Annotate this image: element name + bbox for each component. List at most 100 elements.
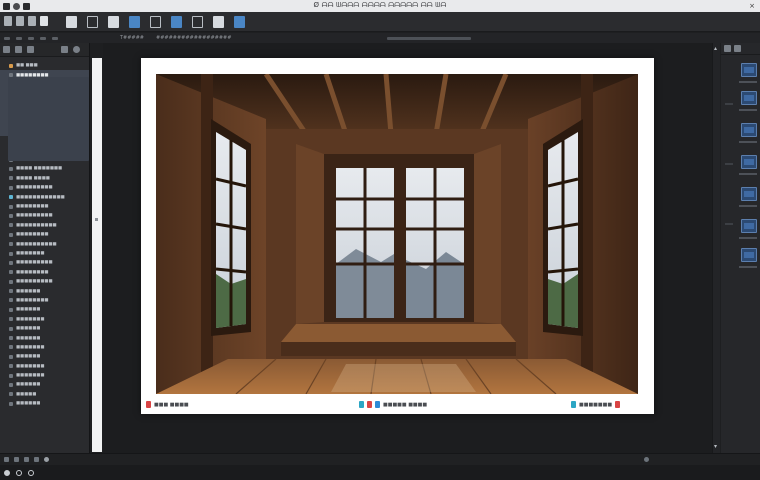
- layer-thumbnail[interactable]: [741, 123, 757, 137]
- pages-list-item-label: ■■■■■■: [16, 288, 41, 294]
- page-icon[interactable]: [4, 457, 9, 462]
- page-icon: [9, 354, 13, 359]
- settings-icon[interactable]: [4, 469, 10, 476]
- align-left-icon[interactable]: [4, 36, 10, 40]
- pages-list-item[interactable]: ■■■■■■■: [0, 249, 89, 258]
- layer-label: [739, 109, 757, 111]
- scroll-up-icon[interactable]: ▴: [714, 45, 717, 52]
- page-icon: [9, 251, 13, 256]
- window-titlebar: Ø ᗩᗩ ᗯᗩᗩᗩ ᗩᗩᗩᗩ ᗩᗩᗩᗩᗩ ᗩᗩ ᗯᗩ ×: [0, 0, 760, 12]
- page-icon[interactable]: [14, 457, 19, 462]
- pages-list-item[interactable]: ■■■■■■■■■■: [0, 221, 89, 230]
- document-icon[interactable]: [213, 15, 224, 28]
- layer-thumbnail[interactable]: [741, 187, 757, 201]
- placed-image-window-interior[interactable]: [156, 74, 638, 394]
- pen-tool-icon[interactable]: [16, 16, 24, 26]
- frame-icon[interactable]: [108, 15, 119, 28]
- links-icon[interactable]: [27, 46, 34, 53]
- page-icon[interactable]: [24, 457, 29, 462]
- scroll-down-icon[interactable]: ▾: [714, 443, 717, 450]
- pages-list-item[interactable]: ■■■■■■■■■: [0, 183, 89, 192]
- select-tool-icon[interactable]: [4, 16, 12, 26]
- layer-visibility-icon[interactable]: [725, 103, 733, 105]
- red-marker-icon: [367, 401, 372, 408]
- pages-list-item-label: ■■■■ ■■■■: [16, 175, 50, 181]
- collapse-icon[interactable]: [724, 45, 731, 52]
- panel-menu-icon[interactable]: [734, 45, 741, 52]
- pages-list-item[interactable]: ■■■■■■■■■■: [0, 239, 89, 248]
- image-placeholder-icon[interactable]: [171, 15, 182, 28]
- pages-list-item[interactable]: ■■■■■■: [0, 399, 89, 408]
- cloud-icon[interactable]: [16, 469, 22, 476]
- pages-list-item[interactable]: ■■■■■■: [0, 286, 89, 295]
- page-icon: [9, 242, 13, 247]
- layer-thumbnail[interactable]: [741, 155, 757, 169]
- page-icon: [9, 326, 13, 331]
- layer-visibility-icon[interactable]: [725, 223, 733, 225]
- pages-list-item[interactable]: ■■■■ ■■■■■■■: [0, 164, 89, 173]
- layer-thumbnail[interactable]: [741, 248, 757, 262]
- pages-list-item[interactable]: ■■■■■■: [0, 305, 89, 314]
- page-icon[interactable]: [34, 457, 39, 462]
- document-canvas[interactable]: ■■■ ■■■■ ■■■■■ ■■■■ ■■■■■■■: [103, 43, 720, 453]
- pages-list-item[interactable]: ■■■■■■■: [0, 315, 89, 324]
- text-icon[interactable]: [129, 15, 140, 28]
- pages-list-item[interactable]: ■■■■■■■: [0, 362, 89, 371]
- layers-panel: [721, 43, 760, 453]
- align-right-icon[interactable]: [28, 36, 34, 40]
- layer-thumbnail[interactable]: [741, 219, 757, 233]
- layer-thumbnail[interactable]: [741, 63, 757, 77]
- pages-list-item[interactable]: ■■■■■■■: [0, 371, 89, 380]
- pages-list-item-label: ■■■■■■■■■: [16, 279, 53, 285]
- panel-menu-icon[interactable]: [73, 46, 80, 53]
- pages-icon[interactable]: [3, 46, 10, 53]
- pages-list-item[interactable]: ■■■■■■: [0, 352, 89, 361]
- layer-visibility-icon[interactable]: [725, 163, 733, 165]
- pages-list-item[interactable]: ■■ ■■■: [0, 61, 89, 70]
- pages-list-item[interactable]: ■■■■■■■■: [0, 268, 89, 277]
- info-icon[interactable]: [28, 469, 34, 476]
- zoom-slider[interactable]: [387, 36, 472, 40]
- pages-list-item[interactable]: ■■■■■■: [0, 380, 89, 389]
- zoom-tool-icon[interactable]: [28, 16, 36, 26]
- hand-tool-icon[interactable]: [40, 16, 48, 26]
- pages-list-item[interactable]: ■■■■■■■■: [0, 296, 89, 305]
- close-icon[interactable]: ×: [748, 2, 756, 10]
- pages-panel-scrollbar[interactable]: [92, 58, 102, 452]
- pages-list-item[interactable]: ■■■■■: [0, 390, 89, 399]
- layer-thumbnail[interactable]: [741, 91, 757, 105]
- pages-list-item-label: ■■■■ ■■■■■■■: [16, 166, 63, 172]
- pages-list-item[interactable]: ■■■■■■■■■: [0, 211, 89, 220]
- layers-icon[interactable]: [15, 46, 22, 53]
- align-center-icon[interactable]: [16, 36, 22, 40]
- image-icon[interactable]: [150, 15, 161, 28]
- preflight-icon[interactable]: [44, 457, 49, 462]
- styles-icon[interactable]: [61, 46, 68, 53]
- preflight-icon[interactable]: [644, 457, 649, 462]
- layer-label: [739, 237, 757, 239]
- blue-marker-icon: [375, 401, 380, 408]
- link-icon[interactable]: [192, 15, 203, 28]
- shape-icon[interactable]: [234, 15, 245, 28]
- canvas-vertical-scrollbar[interactable]: ▴ ▾: [712, 43, 720, 453]
- pages-list-item[interactable]: ■■■■■■: [0, 324, 89, 333]
- document-page[interactable]: ■■■ ■■■■ ■■■■■ ■■■■ ■■■■■■■: [141, 58, 654, 414]
- page-icon: [9, 336, 13, 341]
- pages-list-item[interactable]: ■■■■■■■■: [0, 202, 89, 211]
- pages-list-item[interactable]: ■■■■■■■■: [0, 230, 89, 239]
- layout-icon[interactable]: [87, 15, 98, 28]
- transform-icon[interactable]: [40, 36, 46, 40]
- pages-list-item[interactable]: ■■■■■■■■■■■■: [0, 192, 89, 201]
- pages-list-item[interactable]: ■■■■■■■■■: [0, 258, 89, 267]
- layer-label: [739, 266, 757, 268]
- caption-center-text: ■■■■■ ■■■■: [383, 401, 428, 408]
- caption-left: ■■■ ■■■■: [146, 401, 189, 408]
- pages-list-item[interactable]: ■■■■■■■: [0, 343, 89, 352]
- pages-list-item[interactable]: ■■■■ ■■■■: [0, 174, 89, 183]
- page-icon[interactable]: [66, 15, 77, 28]
- layers-panel-header: [721, 43, 760, 55]
- rotate-icon[interactable]: [52, 36, 58, 40]
- pages-list-item[interactable]: ■■■■■■: [0, 333, 89, 342]
- pages-list-item[interactable]: ■■■■■■■■■: [0, 277, 89, 286]
- page-icon: [9, 279, 13, 284]
